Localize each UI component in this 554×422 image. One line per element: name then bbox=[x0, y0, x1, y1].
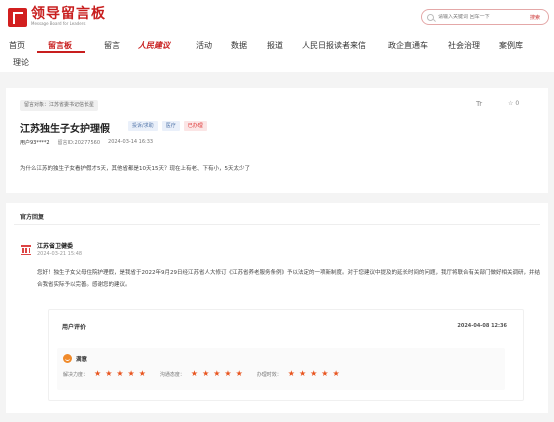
star-icon: ★ bbox=[310, 369, 318, 378]
star-icon: ★ bbox=[190, 369, 199, 378]
rating-item: 解决力度： ★ ★ ★ ★ ★ bbox=[63, 370, 146, 378]
star-icon: ★ bbox=[116, 369, 124, 378]
nav-item-enterprise[interactable]: 政企直通车 bbox=[388, 40, 428, 51]
nav-item-letters[interactable]: 人民日报读者来信 bbox=[302, 40, 366, 51]
evaluation-title: 用户评价 bbox=[62, 324, 87, 331]
rating-label: 办理时效： bbox=[256, 371, 282, 378]
nav-item-cases[interactable]: 案例库 bbox=[499, 40, 523, 51]
rating-item: 办理时效： ★ ★ ★ ★ ★ bbox=[257, 370, 340, 378]
evaluation-detail: 满意 解决力度： ★ ★ ★ ★ ★ 沟通态度： ★ ★ ★ ★ ★ 办理时效： ★ ★ ★ ★ ★ bbox=[57, 348, 505, 390]
site-logo[interactable]: 领导留言板 Message Board for Leaders bbox=[8, 7, 106, 27]
message-meta: 用户93****2 留言ID:20277560 2024-03-14 16:33 bbox=[20, 139, 153, 146]
nav-item-data[interactable]: 数据 bbox=[231, 40, 247, 51]
favorite-button[interactable]: ☆ 0 bbox=[508, 100, 519, 107]
message-target: 留言对象：江苏省委书记信长星 bbox=[20, 100, 99, 111]
star-icon: ★ bbox=[332, 369, 340, 378]
reply-card: 官方回复 江苏省卫健委 2024-03-21 15:48 您好！独生子女父母住院… bbox=[6, 203, 548, 413]
nav-item-theory[interactable]: 理论 bbox=[13, 57, 29, 68]
nav-item-board[interactable]: 留言板 bbox=[48, 40, 72, 51]
main-nav: 首页 留言板 留言 人民建议 活动 数据 报道 人民日报读者来信 政企直通车 社… bbox=[0, 37, 554, 71]
message-id: 留言ID:20277560 bbox=[57, 140, 101, 146]
rating-list: 解决力度： ★ ★ ★ ★ ★ 沟通态度： ★ ★ ★ ★ ★ 办理时效： ★ ★ ★ ★ ★ bbox=[63, 370, 354, 378]
search-button[interactable]: 搜索 bbox=[530, 14, 540, 21]
message-tags: 投诉/求助 医疗 已办理 bbox=[128, 121, 207, 131]
star-icon: ★ bbox=[298, 369, 307, 378]
nav-item-report[interactable]: 报道 bbox=[267, 40, 283, 51]
nav-item-home[interactable]: 首页 bbox=[9, 40, 25, 51]
search-input[interactable] bbox=[438, 14, 518, 20]
reply-date: 2024-03-21 15:48 bbox=[37, 251, 83, 257]
star-icon: ★ bbox=[94, 369, 102, 378]
rating-label: 解决力度： bbox=[63, 371, 89, 378]
message-time: 2024-03-14 16:33 bbox=[108, 139, 154, 145]
star-icon: ★ bbox=[202, 369, 210, 378]
star-icon: ★ bbox=[224, 369, 232, 378]
tag-category: 投诉/求助 bbox=[128, 121, 158, 131]
nav-item-activity[interactable]: 活动 bbox=[196, 40, 212, 51]
rating-label: 沟通态度： bbox=[159, 371, 185, 378]
site-header: 领导留言板 Message Board for Leaders 搜索 首页 留言… bbox=[0, 0, 554, 72]
nav-item-suggestion[interactable]: 人民建议 bbox=[138, 40, 170, 51]
star-icon: ★ bbox=[235, 369, 243, 378]
star-icon: ★ bbox=[127, 369, 135, 378]
nav-item-message[interactable]: 留言 bbox=[104, 40, 120, 51]
rating-stars: ★ ★ ★ ★ ★ bbox=[94, 370, 146, 378]
nav-active-indicator bbox=[37, 51, 85, 53]
star-icon: ★ bbox=[287, 369, 295, 378]
section-title: 官方回复 bbox=[20, 214, 45, 221]
rating-stars: ★ ★ ★ ★ ★ bbox=[191, 370, 243, 378]
star-icon: ★ bbox=[105, 369, 113, 378]
search-icon bbox=[427, 13, 434, 21]
star-icon: ★ bbox=[321, 369, 329, 378]
government-building-icon bbox=[21, 245, 31, 255]
favorite-count: 0 bbox=[515, 100, 520, 107]
message-title: 江苏独生子女护理假 bbox=[20, 124, 110, 135]
nav-item-governance[interactable]: 社会治理 bbox=[448, 40, 480, 51]
message-content: 为什么江苏的独生子女看护假才5天，其他省都是10天15天？现在上有老、下有小，5… bbox=[20, 166, 250, 172]
logo-subtitle: Message Board for Leaders bbox=[31, 21, 86, 26]
evaluation-date: 2024-04-08 12:36 bbox=[457, 323, 507, 329]
message-user: 用户93****2 bbox=[20, 140, 50, 146]
reply-content: 您好！独生子女父母住院护理假，是我省于2022年9月29日经江苏省人大修订《江苏… bbox=[37, 270, 541, 288]
tag-status: 已办理 bbox=[183, 121, 207, 131]
divider bbox=[14, 224, 540, 225]
logo-icon bbox=[8, 7, 27, 27]
smiley-icon bbox=[63, 354, 72, 363]
search-box: 搜索 bbox=[421, 9, 549, 25]
font-size-icon[interactable]: Tr bbox=[476, 100, 482, 108]
evaluation-mood: 满意 bbox=[76, 357, 88, 363]
rating-stars: ★ ★ ★ ★ ★ bbox=[288, 370, 340, 378]
star-icon: ★ bbox=[138, 369, 146, 378]
star-outline-icon: ☆ bbox=[508, 100, 514, 107]
tag-field: 医疗 bbox=[161, 121, 180, 131]
message-card: 留言对象：江苏省委书记信长星 Tr ☆ 0 江苏独生子女护理假 投诉/求助 医疗… bbox=[6, 88, 548, 193]
logo-title: 领导留言板 bbox=[31, 6, 106, 22]
reply-org-name: 江苏省卫健委 bbox=[37, 243, 74, 250]
logo-text: 领导留言板 Message Board for Leaders bbox=[31, 7, 106, 27]
user-evaluation: 用户评价 2024-04-08 12:36 满意 解决力度： ★ ★ ★ ★ ★ 沟通态… bbox=[48, 309, 524, 401]
star-icon: ★ bbox=[213, 369, 221, 378]
rating-item: 沟通态度： ★ ★ ★ ★ ★ bbox=[160, 370, 243, 378]
